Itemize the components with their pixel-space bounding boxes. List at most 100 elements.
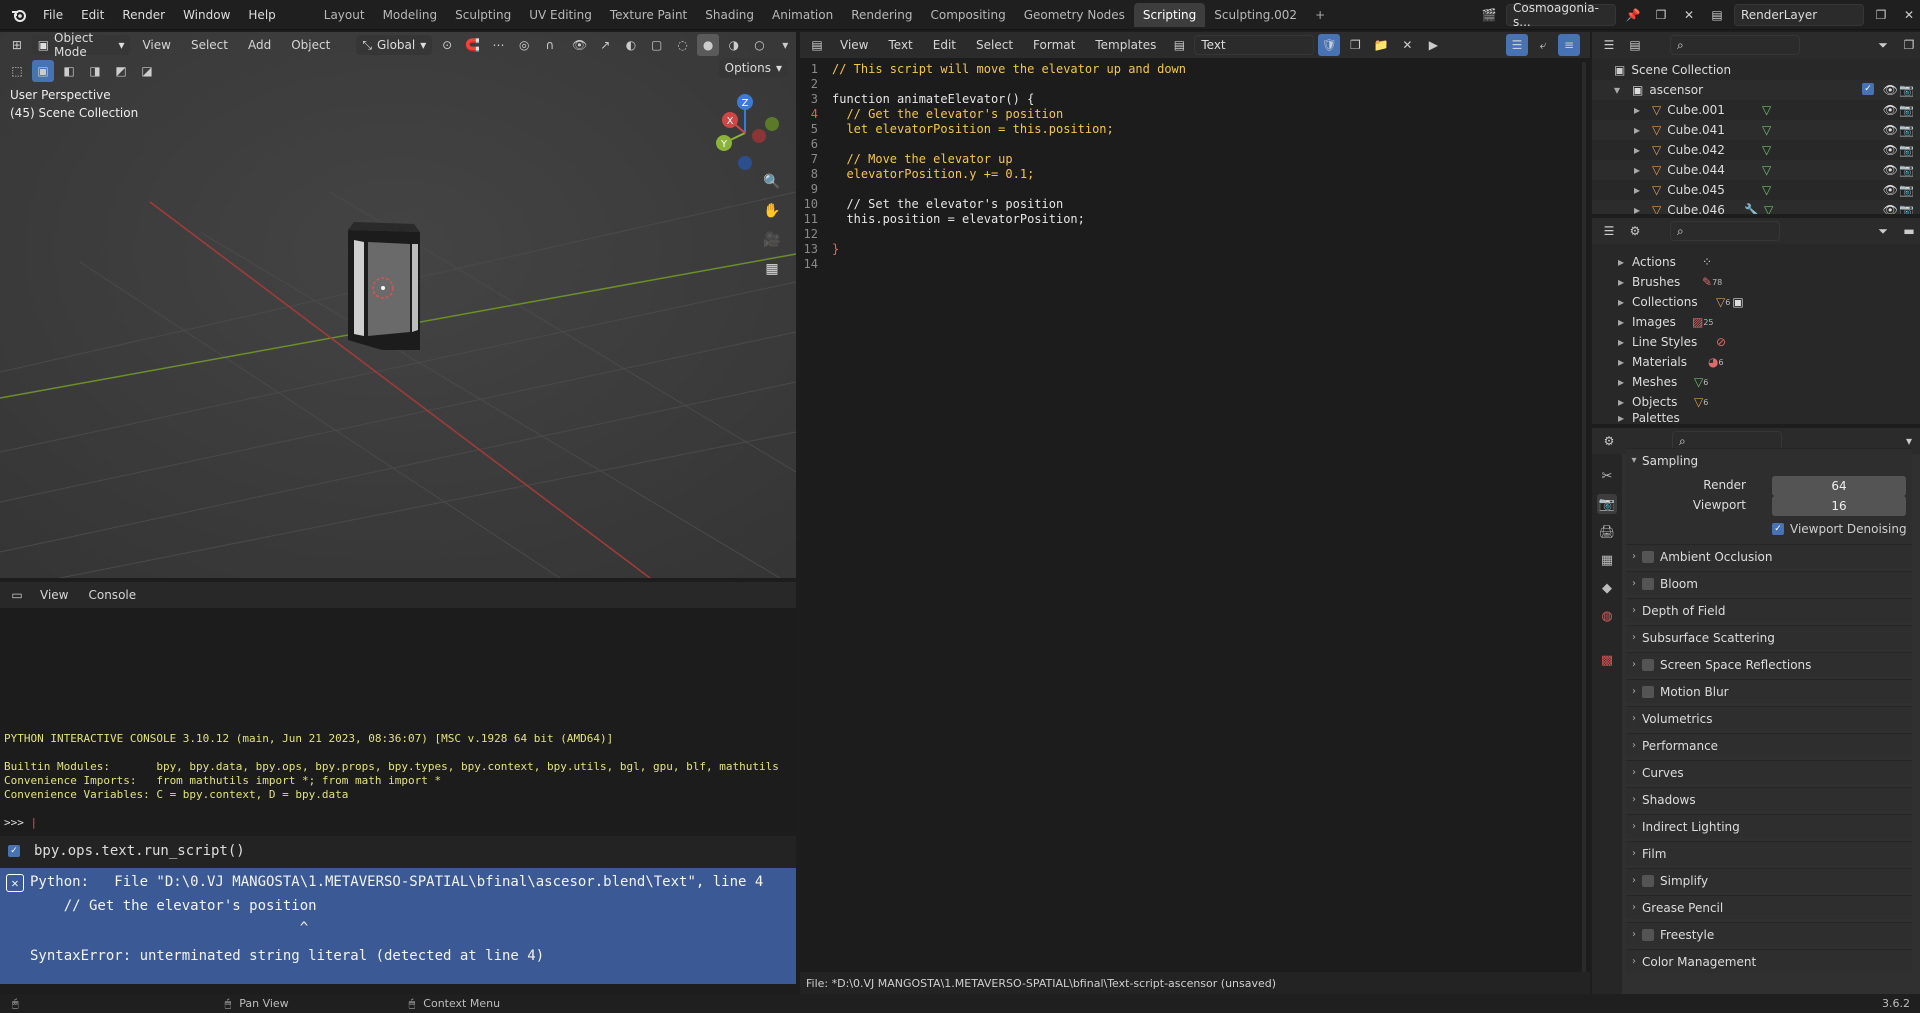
outliner-object-row[interactable]: ▸ ▽ Cube.041 ▽ 👁 📷 — [1592, 120, 1920, 140]
neg-z-handle[interactable] — [738, 156, 752, 170]
editor-type-icon[interactable]: ☰ — [1598, 220, 1620, 242]
render-camera-icon[interactable]: 📷 — [1899, 143, 1914, 157]
unlink-text-icon[interactable]: ✕ — [1396, 34, 1418, 56]
select-tool-icon[interactable]: ⬚ — [6, 60, 28, 82]
info-log[interactable]: ✓ bpy.ops.text.run_script() ✕ Python: Fi… — [0, 836, 796, 984]
filter-icon[interactable]: ⏷ — [1872, 34, 1894, 56]
zoom-icon[interactable]: 🔍 — [760, 170, 784, 194]
section-film[interactable]: › Film — [1626, 841, 1912, 865]
outliner-object-row[interactable]: ▸ ▽ Cube.046 🔧 ▽ 👁 📷 — [1592, 200, 1920, 214]
new-collection-icon[interactable]: ❐ — [1898, 34, 1920, 56]
collection-row-ascensor[interactable]: ▾ ▣ ascensor ✓ 👁 📷 — [1592, 80, 1920, 100]
section-grease-pencil[interactable]: › Grease Pencil — [1626, 895, 1912, 919]
info-error-entry[interactable]: ✕ Python: File "D:\0.VJ MANGOSTA\1.METAV… — [0, 868, 796, 984]
expand-arrow-icon[interactable]: ▸ — [1634, 163, 1646, 177]
eye-icon[interactable]: 👁 — [1883, 163, 1898, 177]
section-enable-checkbox[interactable] — [1642, 658, 1654, 671]
datablock-row-collections[interactable]: ▸ Collections ▽ 6 ▣ — [1592, 292, 1920, 312]
camera-icon[interactable]: 🎥 — [760, 228, 784, 252]
menu-file[interactable]: File — [34, 8, 72, 22]
info-run-script-entry[interactable]: ✓ bpy.ops.text.run_script() — [0, 836, 796, 866]
object-mode-dropdown[interactable]: ▣ Object Mode ▾ — [31, 32, 131, 59]
text-menu-templates[interactable]: Templates — [1087, 38, 1164, 52]
visibility-icon[interactable]: 👁 — [569, 34, 591, 56]
new-scene-icon[interactable]: ❐ — [1650, 4, 1672, 26]
display-mode-icon[interactable]: ⚙ — [1624, 220, 1646, 242]
expand-arrow-icon[interactable]: ▸ — [1618, 375, 1632, 389]
editor-scrollbar[interactable] — [1582, 62, 1586, 982]
render-camera-icon[interactable]: 📷 — [1899, 203, 1914, 214]
scene-name-field[interactable]: Cosmoagonia-s... — [1506, 1, 1616, 29]
falloff-icon[interactable]: ∩ — [539, 34, 561, 56]
expand-arrow-icon[interactable]: ▸ — [1618, 411, 1632, 424]
text-menu-format[interactable]: Format — [1025, 38, 1083, 52]
render-samples-field[interactable]: 64 — [1772, 476, 1906, 496]
eye-icon[interactable]: 👁 — [1883, 123, 1898, 137]
datablock-row-materials[interactable]: ▸ Materials ◕ 6 — [1592, 352, 1920, 372]
run-script-icon[interactable]: ▶ — [1422, 34, 1444, 56]
section-color-management[interactable]: › Color Management — [1626, 949, 1912, 973]
expand-arrow-icon[interactable]: ▾ — [1614, 83, 1626, 97]
datablock-row-brushes[interactable]: ▸ Brushes ✎ 78 — [1592, 272, 1920, 292]
elevator-object[interactable] — [348, 222, 420, 350]
options-dropdown[interactable]: Options ▾ — [718, 58, 788, 78]
expand-arrow-icon[interactable]: ▸ — [1618, 395, 1632, 409]
output-tab-icon[interactable]: 🖨 — [1597, 522, 1617, 542]
render-tab-icon[interactable]: 📷 — [1597, 494, 1617, 514]
render-camera-icon[interactable]: 📷 — [1899, 163, 1914, 177]
outliner-object-row[interactable]: ▸ ▽ Cube.045 ▽ 👁 📷 — [1592, 180, 1920, 200]
expand-arrow-icon[interactable]: ▸ — [1634, 123, 1646, 137]
rendered-shading-icon[interactable]: ○ — [749, 34, 771, 56]
open-text-icon[interactable]: 📁 — [1370, 34, 1392, 56]
viewport-denoising-checkbox[interactable]: ✓ Viewport Denoising — [1772, 522, 1907, 536]
tab-scripting[interactable]: Scripting — [1133, 2, 1206, 27]
tab-texture-paint[interactable]: Texture Paint — [601, 3, 696, 27]
xray-icon[interactable]: ▢ — [646, 34, 668, 56]
datablock-row-images[interactable]: ▸ Images ▨ 25 — [1592, 312, 1920, 332]
delete-view-layer-icon[interactable]: ✕ — [1898, 4, 1920, 26]
pan-hand-icon[interactable]: ✋ — [760, 199, 784, 223]
editor-type-icon[interactable]: ▭ — [6, 584, 28, 606]
properties-editor[interactable]: ⚙ ⌕ ▾ ✂ 📷 🖨 ▦ ◆ ◍ ▩ ▾ Sampling Render 64… — [1592, 428, 1920, 994]
outliner-object-row[interactable]: ▸ ▽ Cube.001 ▽ 👁 📷 — [1592, 100, 1920, 120]
viewport-samples-field[interactable]: 16 — [1772, 496, 1906, 516]
select-extend-icon[interactable]: ◧ — [58, 60, 80, 82]
expand-arrow-icon[interactable]: ▸ — [1618, 355, 1632, 369]
text-menu-select[interactable]: Select — [968, 38, 1021, 52]
tab-modeling[interactable]: Modeling — [374, 3, 447, 27]
new-view-layer-icon[interactable]: ❐ — [1870, 4, 1892, 26]
menu-help[interactable]: Help — [239, 8, 284, 22]
eye-icon[interactable]: 👁 — [1883, 203, 1898, 214]
section-depth-of-field[interactable]: › Depth of Field — [1626, 598, 1912, 622]
expand-arrow-icon[interactable]: ▸ — [1634, 103, 1646, 117]
select-new-icon[interactable]: ▣ — [32, 60, 54, 82]
texture-tab-icon[interactable]: ▩ — [1597, 650, 1617, 670]
solid-shading-icon[interactable]: ● — [697, 34, 719, 56]
text-browse-icon[interactable]: ▤ — [1168, 34, 1190, 56]
overlays-icon[interactable]: ◐ — [620, 34, 642, 56]
console-prompt[interactable]: >>> | — [4, 816, 37, 829]
exclude-checkbox[interactable]: ✓ — [1862, 83, 1874, 95]
proportional-edit-icon[interactable]: ◎ — [513, 34, 535, 56]
fake-user-icon[interactable]: 🛡 — [1318, 34, 1341, 56]
python-console[interactable]: ▭ View Console PYTHON INTERACTIVE CONSOL… — [0, 582, 796, 832]
section-simplify[interactable]: › Simplify — [1626, 868, 1912, 892]
section-indirect-lighting[interactable]: › Indirect Lighting — [1626, 814, 1912, 838]
syntax-highlight-toggle-icon[interactable]: ≡ — [1558, 34, 1580, 56]
section-enable-checkbox[interactable] — [1642, 685, 1654, 698]
section-subsurface-scattering[interactable]: › Subsurface Scattering — [1626, 625, 1912, 649]
tool-tab-icon[interactable]: ✂ — [1597, 466, 1617, 486]
section-bloom[interactable]: › Bloom — [1626, 571, 1912, 595]
navigation-gizmo[interactable]: Z Y X — [700, 88, 790, 178]
editor-type-icon[interactable]: ⚙ — [1598, 430, 1620, 452]
console-menu-view[interactable]: View — [32, 588, 76, 602]
render-camera-icon[interactable]: 📷 — [1899, 103, 1914, 117]
eye-icon[interactable]: 👁 — [1883, 143, 1898, 157]
tab-compositing[interactable]: Compositing — [921, 3, 1014, 27]
text-menu-view[interactable]: View — [832, 38, 876, 52]
outliner-search-input[interactable]: ⌕ — [1670, 35, 1800, 55]
expand-arrow-icon[interactable]: ▸ — [1634, 143, 1646, 157]
section-volumetrics[interactable]: › Volumetrics — [1626, 706, 1912, 730]
console-menu-console[interactable]: Console — [80, 588, 144, 602]
text-editor[interactable]: ▤ View Text Edit Select Format Templates… — [800, 32, 1590, 994]
